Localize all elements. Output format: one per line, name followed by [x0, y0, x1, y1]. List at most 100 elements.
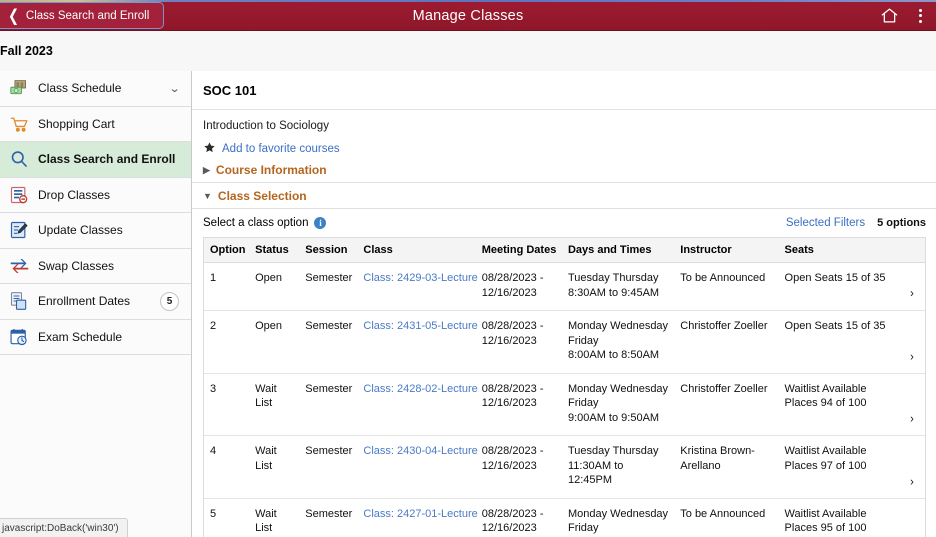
- cell-meeting-dates: 08/28/2023 - 12/16/2023: [476, 311, 562, 374]
- cell-seats: Open Seats 15 of 35: [779, 263, 897, 311]
- class-options-table: Option Status Session Class Meeting Date…: [204, 238, 925, 537]
- days: Tuesday Thursday: [568, 444, 670, 459]
- section-course-information[interactable]: ▶ Course Information: [192, 157, 936, 183]
- sidebar-item-exam-schedule[interactable]: Exam Schedule: [0, 320, 191, 356]
- cell-meeting-dates: 08/28/2023 - 12/16/2023: [476, 263, 562, 311]
- days: Monday Wednesday: [568, 507, 670, 522]
- sidebar-item-drop-classes[interactable]: Drop Classes: [0, 178, 191, 214]
- cell-instructor: Christoffer Zoeller: [674, 311, 778, 374]
- status-bar-text: javascript:DoBack('win30'): [2, 523, 119, 534]
- home-icon[interactable]: [880, 6, 899, 25]
- sidebar-item-label: Exam Schedule: [38, 330, 191, 344]
- cell-option: 1: [204, 263, 249, 311]
- meeting-date-start: 08/28/2023 -: [482, 271, 558, 286]
- cell-session: Semester: [299, 498, 357, 537]
- meeting-date-end: 12/16/2023: [482, 521, 558, 536]
- update-classes-icon: [8, 219, 30, 241]
- cell-session: Semester: [299, 263, 357, 311]
- header-actions: [880, 0, 928, 31]
- cell-status: Wait List: [249, 436, 299, 499]
- sidebar-item-label: Update Classes: [38, 223, 191, 237]
- class-link[interactable]: Class: 2428-02-Lecture: [363, 383, 477, 395]
- column-header-class: Class: [357, 238, 475, 263]
- table-row[interactable]: 5 Wait List Semester Class: 2427-01-Lect…: [204, 498, 925, 537]
- table-body: 1 Open Semester Class: 2429-03-Lecture 0…: [204, 263, 925, 537]
- back-button[interactable]: ❮ Class Search and Enroll: [0, 2, 164, 29]
- sidebar-item-class-schedule[interactable]: Class Schedule ⌄: [0, 71, 191, 107]
- sidebar-item-shopping-cart[interactable]: Shopping Cart: [0, 107, 191, 143]
- row-expand-chevron-icon[interactable]: ›: [897, 495, 925, 537]
- sidebar-item-swap-classes[interactable]: Swap Classes: [0, 249, 191, 285]
- enrollment-dates-icon: [8, 290, 30, 312]
- class-link[interactable]: Class: 2429-03-Lecture: [363, 272, 477, 284]
- column-header-meeting-dates: Meeting Dates: [476, 238, 562, 263]
- row-expand-chevron-icon[interactable]: ›: [897, 432, 925, 501]
- times: 9:00AM to 9:50AM: [568, 411, 670, 426]
- chevron-right-icon: ▶: [203, 166, 210, 175]
- meeting-date-start: 08/28/2023 -: [482, 507, 558, 522]
- table-row[interactable]: 4 Wait List Semester Class: 2430-04-Lect…: [204, 436, 925, 499]
- cell-option: 5: [204, 498, 249, 537]
- row-expand-chevron-icon[interactable]: ›: [897, 260, 925, 313]
- meeting-date-end: 12/16/2023: [482, 396, 558, 411]
- times: 8:30AM to 9:45AM: [568, 286, 670, 301]
- add-to-favorites-row[interactable]: Add to favorite courses: [192, 132, 936, 157]
- class-link[interactable]: Class: 2431-05-Lecture: [363, 320, 477, 332]
- app-header: Manage Classes ❮ Class Search and Enroll: [0, 0, 936, 31]
- options-toolbar: Select a class option i Selected Filters…: [192, 209, 936, 237]
- sidebar-item-label: Enrollment Dates: [38, 294, 160, 308]
- column-header-option: Option: [204, 238, 249, 263]
- cell-meeting-dates: 08/28/2023 - 12/16/2023: [476, 373, 562, 436]
- column-header-seats: Seats: [779, 238, 897, 263]
- browser-status-bar: javascript:DoBack('win30'): [0, 518, 128, 537]
- table-row[interactable]: 2 Open Semester Class: 2431-05-Lecture 0…: [204, 311, 925, 374]
- table-row[interactable]: 1 Open Semester Class: 2429-03-Lecture 0…: [204, 263, 925, 311]
- sidebar-item-label: Class Search and Enroll: [38, 152, 191, 166]
- column-header-days-times: Days and Times: [562, 238, 674, 263]
- sidebar-item-label: Shopping Cart: [38, 117, 191, 131]
- sidebar-item-class-search-and-enroll[interactable]: Class Search and Enroll: [0, 142, 191, 178]
- table-row[interactable]: 3 Wait List Semester Class: 2428-02-Lect…: [204, 373, 925, 436]
- options-count: 5 options: [877, 217, 926, 229]
- cell-days-times: Monday Wednesday Friday 11:00AM to 11:50…: [562, 498, 674, 537]
- drop-classes-icon: [8, 184, 30, 206]
- chevron-down-icon[interactable]: ⌄: [168, 82, 180, 95]
- times: 8:00AM to 8:50AM: [568, 348, 670, 363]
- cell-seats: Waitlist Available Places 95 of 100: [779, 498, 897, 537]
- table-header: Option Status Session Class Meeting Date…: [204, 238, 925, 263]
- course-code: SOC 101: [192, 71, 936, 98]
- info-icon[interactable]: i: [314, 217, 326, 229]
- back-button-label: Class Search and Enroll: [26, 10, 149, 22]
- row-expand-chevron-icon[interactable]: ›: [897, 370, 925, 439]
- cell-seats: Open Seats 15 of 35: [779, 311, 897, 374]
- cell-seats: Waitlist Available Places 97 of 100: [779, 436, 897, 499]
- sidebar-item-enrollment-dates[interactable]: Enrollment Dates 5: [0, 284, 191, 320]
- main-content: SOC 101 Introduction to Sociology Add to…: [192, 71, 936, 537]
- cell-days-times: Tuesday Thursday 8:30AM to 9:45AM: [562, 263, 674, 311]
- sidebar-item-label: Class Schedule: [38, 81, 170, 95]
- days-extra: Friday: [568, 396, 670, 411]
- kebab-menu-icon[interactable]: [913, 6, 928, 26]
- class-schedule-icon: [8, 77, 30, 99]
- shopping-cart-icon: [8, 113, 30, 135]
- cell-seats: Waitlist Available Places 94 of 100: [779, 373, 897, 436]
- sidebar-item-update-classes[interactable]: Update Classes: [0, 213, 191, 249]
- column-header-instructor: Instructor: [674, 238, 778, 263]
- meeting-date-start: 08/28/2023 -: [482, 382, 558, 397]
- class-link[interactable]: Class: 2430-04-Lecture: [363, 445, 477, 457]
- selected-filters-link[interactable]: Selected Filters: [786, 217, 865, 229]
- select-option-instruction: Select a class option: [203, 217, 308, 229]
- term-label: Fall 2023: [0, 44, 53, 58]
- cell-instructor: To be Announced: [674, 498, 778, 537]
- cell-session: Semester: [299, 311, 357, 374]
- cell-days-times: Monday Wednesday Friday 8:00AM to 8:50AM: [562, 311, 674, 374]
- cell-option: 3: [204, 373, 249, 436]
- meeting-date-end: 12/16/2023: [482, 334, 558, 349]
- row-expand-chevron-icon[interactable]: ›: [897, 307, 925, 376]
- meeting-date-end: 12/16/2023: [482, 459, 558, 474]
- class-link[interactable]: Class: 2427-01-Lecture: [363, 508, 477, 520]
- add-to-favorites-link[interactable]: Add to favorite courses: [222, 143, 340, 155]
- cell-status: Wait List: [249, 373, 299, 436]
- section-class-selection[interactable]: ▼ Class Selection: [192, 183, 936, 209]
- cell-status: Wait List: [249, 498, 299, 537]
